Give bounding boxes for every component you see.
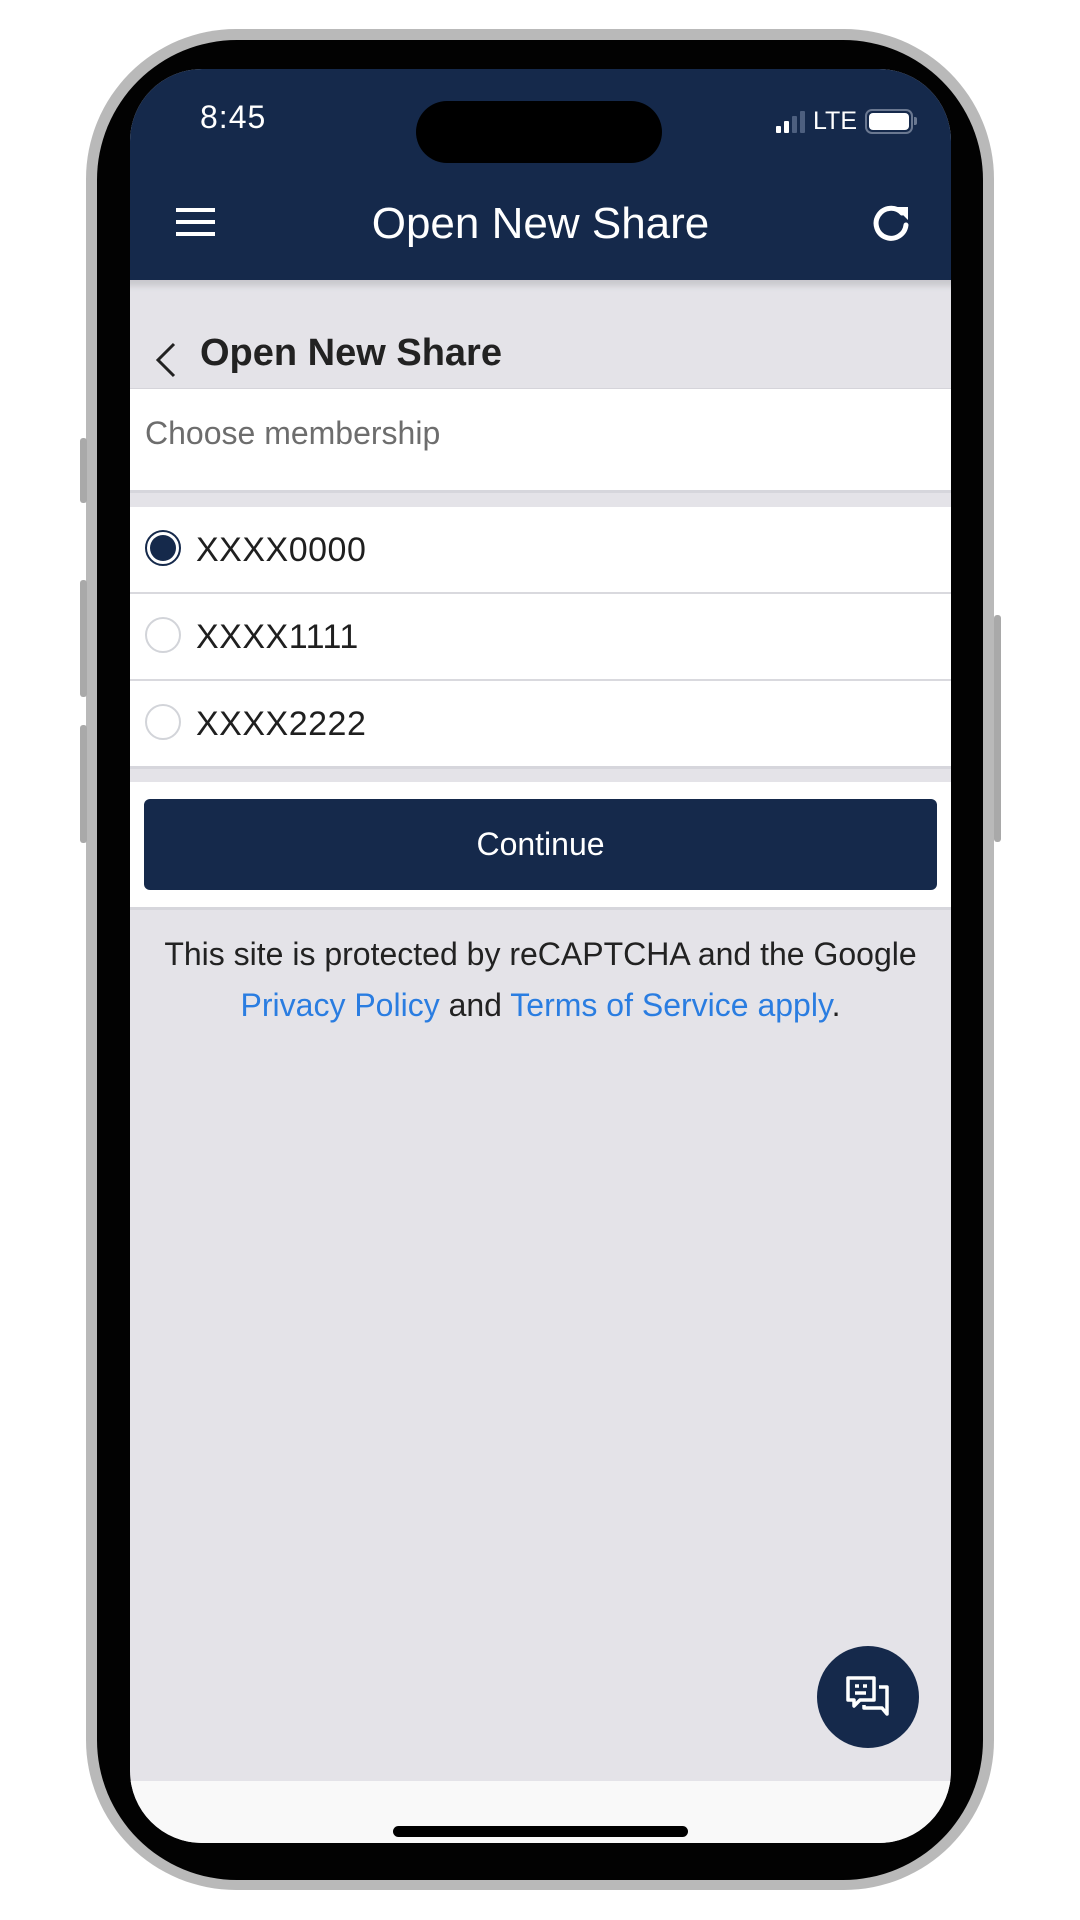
section-title: Open New Share [200,332,502,374]
refresh-icon[interactable] [869,201,913,245]
terms-of-service-link[interactable]: Terms of Service apply [510,987,831,1023]
continue-button[interactable]: Continue [144,799,937,890]
legal-period: . [831,987,841,1023]
membership-option[interactable]: XXXX1111 [130,594,951,681]
membership-option[interactable]: XXXX2222 [130,681,951,766]
dynamic-island [416,101,662,163]
chat-bubbles-icon [846,1676,889,1716]
phone-screen: 8:45 LTE Open New Share Open New Share C… [130,69,951,1843]
legal-and-text: and [448,987,502,1023]
status-indicators: LTE [776,107,917,136]
cellular-signal-icon [776,110,805,133]
membership-prompt: Choose membership [130,389,951,493]
back-chevron-icon[interactable] [154,341,178,379]
choose-membership-label: Choose membership [145,415,441,451]
phone-action-button [80,438,87,503]
radio-button-selected[interactable] [145,530,181,566]
app-header: 8:45 LTE Open New Share [130,69,951,280]
home-indicator[interactable] [393,1826,688,1837]
network-type: LTE [813,107,857,135]
radio-button[interactable] [145,704,181,740]
chat-button[interactable] [817,1646,919,1748]
page-title: Open New Share [371,199,710,248]
phone-power-button [994,615,1001,842]
phone-volume-up-button [80,580,87,697]
status-time: 8:45 [200,99,267,135]
subheader: Open New Share [130,280,951,392]
battery-icon [865,109,917,134]
phone-volume-down-button [80,725,87,843]
membership-option-label: XXXX0000 [196,531,367,569]
recaptcha-notice: This site is protected by reCAPTCHA and … [130,929,951,1031]
membership-options: XXXX0000 XXXX1111 XXXX2222 [130,507,951,769]
membership-option-label: XXXX1111 [196,618,359,656]
continue-section: Continue [130,782,951,910]
recaptcha-text: This site is protected by reCAPTCHA and … [164,936,917,972]
membership-option-label: XXXX2222 [196,705,367,743]
privacy-policy-link[interactable]: Privacy Policy [241,987,440,1023]
radio-button[interactable] [145,617,181,653]
membership-option[interactable]: XXXX0000 [130,507,951,594]
